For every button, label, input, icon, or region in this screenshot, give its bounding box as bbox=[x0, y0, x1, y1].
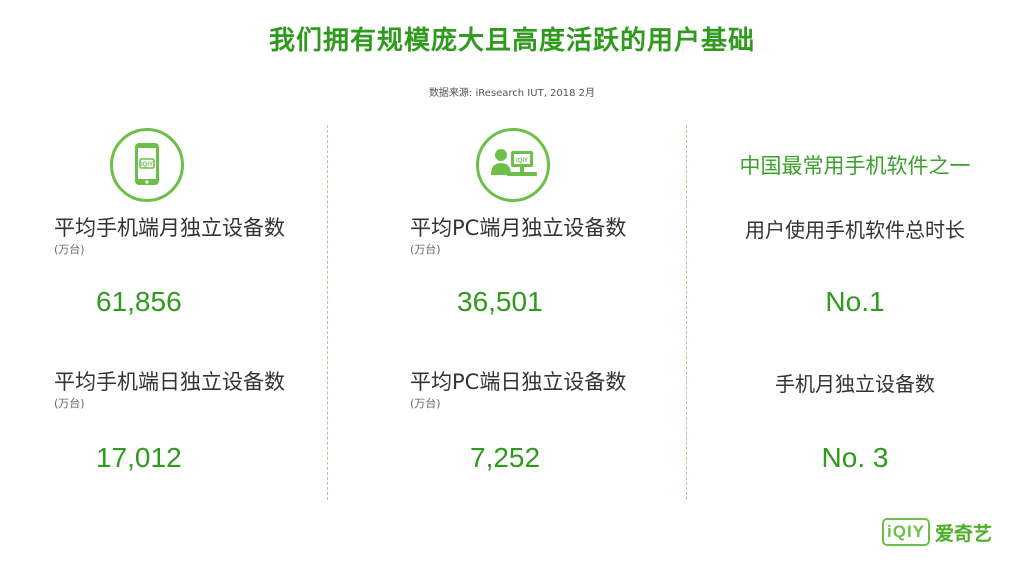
data-source-note: 数据来源: iResearch IUT, 2018 2月 bbox=[428, 88, 596, 99]
ranking-metric2-label: 手机月独立设备数 bbox=[775, 372, 935, 396]
ranking-metric2-rank: No. 3 bbox=[821, 442, 889, 473]
mobile-daily-unit: (万台) bbox=[54, 397, 85, 410]
iqiyi-logo-name: 爱奇艺 bbox=[935, 522, 993, 545]
pc-daily-value: 7,252 bbox=[470, 442, 541, 473]
mobile-daily-label: 平均手机端日独立设备数 bbox=[54, 370, 285, 394]
smartphone-icon: iQIY bbox=[110, 128, 184, 202]
ranking-tagline: 中国最常用手机软件之一 bbox=[739, 154, 971, 178]
pc-daily-unit: (万台) bbox=[410, 397, 441, 410]
mobile-monthly-unit: (万台) bbox=[54, 243, 85, 256]
iqiyi-logo: iQIY 爱奇艺 bbox=[882, 516, 992, 548]
svg-text:iQIY: iQIY bbox=[516, 158, 528, 164]
pc-daily-label: 平均PC端日独立设备数 bbox=[410, 370, 627, 394]
ranking-metric1-rank: No.1 bbox=[825, 286, 885, 317]
page-title: 我们拥有规模庞大且高度活跃的用户基础 bbox=[268, 26, 755, 56]
column-divider-1 bbox=[327, 125, 328, 500]
iqiyi-logo-mark: iQIY bbox=[882, 518, 931, 546]
pc-monthly-label: 平均PC端月独立设备数 bbox=[410, 216, 627, 240]
ranking-metric1-label: 用户使用手机软件总时长 bbox=[745, 218, 965, 242]
svg-text:iQIY: iQIY bbox=[141, 162, 153, 168]
pc-monthly-unit: (万台) bbox=[410, 243, 441, 256]
mobile-monthly-label: 平均手机端月独立设备数 bbox=[54, 216, 285, 240]
mobile-daily-value: 17,012 bbox=[96, 442, 182, 473]
pc-user-icon: iQIY bbox=[476, 128, 550, 202]
pc-monthly-value: 36,501 bbox=[457, 286, 543, 317]
mobile-monthly-value: 61,856 bbox=[96, 286, 182, 317]
